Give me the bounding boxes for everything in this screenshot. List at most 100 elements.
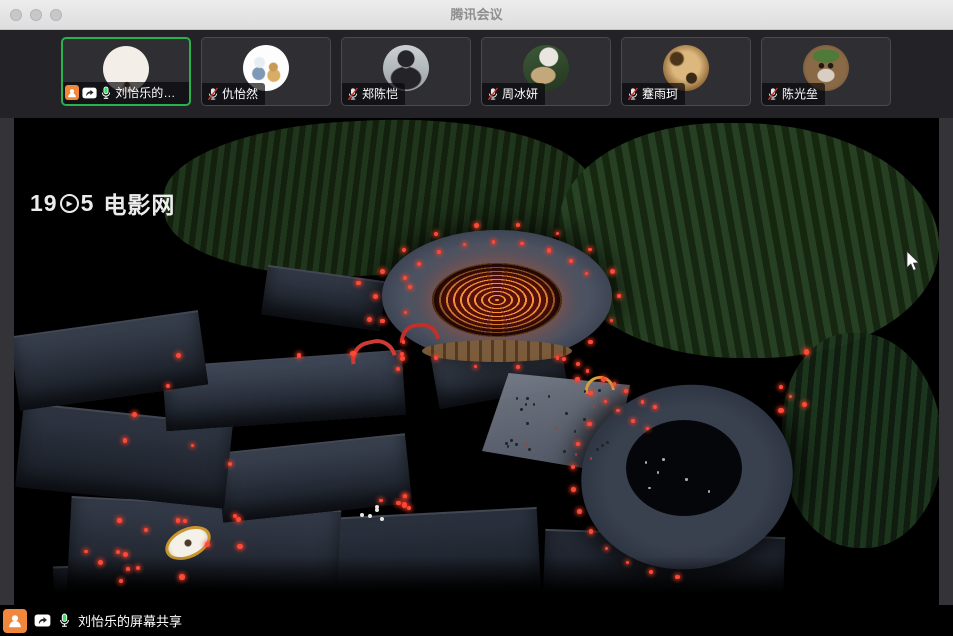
red-lantern [402, 248, 406, 252]
crowd-person-dot [510, 439, 513, 442]
red-lantern [417, 262, 421, 266]
red-lantern [356, 281, 360, 285]
screen-share-icon [82, 87, 97, 99]
red-lantern [641, 400, 645, 404]
tulou-courtyard-dark [626, 420, 742, 516]
red-lantern [588, 248, 591, 251]
red-lantern [626, 561, 629, 564]
red-lantern [400, 352, 404, 356]
crowd-person-dot [590, 457, 593, 460]
titlebar: 腾讯会议 [0, 0, 953, 30]
red-lantern [183, 519, 187, 523]
letterbox-shadow [14, 556, 939, 605]
crowd-person-dot [593, 405, 596, 408]
red-lantern [804, 349, 809, 354]
red-lantern [789, 395, 792, 398]
crowd-person-dot [583, 418, 586, 421]
courtyard-light [708, 490, 711, 493]
microphone-active-icon [58, 613, 71, 628]
red-lantern [205, 542, 210, 547]
crowd-person-dot [574, 430, 577, 433]
red-lantern [367, 317, 372, 322]
courtyard-light [685, 478, 688, 481]
participant-label: 陈光垒 [762, 83, 825, 105]
red-lantern [585, 272, 588, 275]
stage-light [375, 505, 379, 509]
crowd-person-dot [598, 389, 601, 392]
participant-thumbnail-liuyile[interactable]: 刘怡乐的屏... [61, 37, 191, 106]
red-lantern [571, 487, 576, 492]
video-gutter-left [0, 118, 14, 605]
watermark-text: 19 [30, 190, 58, 217]
microphone-muted-icon [347, 87, 359, 101]
host-badge-icon [65, 85, 79, 100]
red-lantern [237, 544, 242, 549]
participant-thumbnail-zhengchenkai[interactable]: 郑陈恺 [341, 37, 471, 106]
crowd-person-dot [528, 448, 531, 451]
shared-screen-video: 19▶5 电影网 [14, 118, 939, 605]
red-lantern [98, 560, 103, 565]
red-lantern [402, 340, 405, 343]
red-lantern [617, 294, 621, 298]
participant-name: 仇怡然 [222, 85, 258, 102]
red-lantern [84, 550, 87, 553]
courtyard-light [662, 458, 665, 461]
watermark-brand: 电影网 [103, 186, 175, 220]
participant-label: 郑陈恺 [342, 83, 405, 105]
red-lantern [474, 223, 479, 228]
courtyard-light [648, 487, 651, 490]
red-lantern [403, 495, 406, 498]
red-lantern [407, 506, 411, 510]
red-lantern [380, 319, 385, 324]
red-lantern [589, 529, 593, 533]
red-lantern [404, 311, 407, 314]
red-lantern [116, 550, 120, 554]
participant-label: 刘怡乐的屏... [63, 82, 189, 104]
red-lantern [588, 391, 592, 395]
tulou-wall [422, 340, 572, 362]
red-lantern [575, 377, 579, 381]
tulou-courtyard-lit [432, 263, 562, 337]
red-lantern [556, 232, 559, 235]
sharer-name-label: 刘怡乐的屏幕共享 [78, 611, 182, 630]
crowd-person-dot [601, 444, 604, 447]
stage-light [368, 514, 372, 518]
screen-share-icon [34, 614, 51, 627]
participant-name: 郑陈恺 [362, 85, 398, 102]
play-circle-icon: ▶ [60, 194, 79, 213]
terraced-hills [559, 123, 939, 358]
participant-strip: 刘怡乐的屏... 仇怡然 郑陈恺 [0, 30, 953, 118]
video-gutter-right [939, 118, 953, 605]
crowd-person-dot [526, 422, 529, 425]
terraced-hills [782, 333, 939, 548]
crowd-person-dot [520, 408, 523, 411]
red-lantern [571, 465, 575, 469]
village-rooftop [216, 433, 412, 522]
red-lantern [520, 242, 523, 245]
red-lantern [176, 518, 180, 522]
red-lantern [236, 517, 241, 522]
channel-watermark: 19▶5 电影网 [30, 186, 175, 220]
participant-thumbnail-chenguanglei[interactable]: 陈光垒 [761, 37, 891, 106]
microphone-muted-icon [487, 87, 499, 101]
red-lantern [601, 377, 606, 382]
red-lantern [562, 357, 567, 362]
participant-name: 蹇雨珂 [642, 85, 678, 102]
microphone-muted-icon [207, 87, 219, 101]
red-lantern [675, 575, 680, 580]
red-lantern [373, 294, 378, 299]
crowd-person-dot [525, 443, 528, 446]
participant-label: 蹇雨珂 [622, 83, 685, 105]
red-lantern [179, 574, 184, 579]
crowd-person-dot [565, 412, 568, 415]
red-lantern [228, 462, 232, 466]
participant-thumbnail-jianyuke[interactable]: 蹇雨珂 [621, 37, 751, 106]
red-lantern [516, 365, 520, 369]
participant-thumbnail-qiuyiran[interactable]: 仇怡然 [201, 37, 331, 106]
red-lantern [117, 518, 121, 522]
microphone-muted-icon [627, 87, 639, 101]
crowd-person-dot [596, 448, 599, 451]
participant-thumbnail-zhoubingyan[interactable]: 周冰妍 [481, 37, 611, 106]
red-lantern [779, 385, 783, 389]
red-lantern [577, 509, 582, 514]
